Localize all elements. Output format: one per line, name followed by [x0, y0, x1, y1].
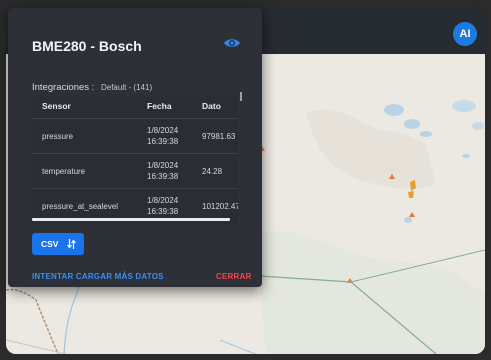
cell-date-time: 16:39:38 [147, 172, 179, 181]
user-avatar[interactable]: AI [453, 22, 477, 46]
table-header: Sensor Fecha Dato [32, 96, 238, 118]
table-row: pressure 1/8/2024 16:39:38 97981.63 [32, 118, 238, 153]
table-horizontal-scrollbar[interactable] [32, 218, 230, 221]
cell-date: 1/8/2024 16:39:38 [147, 195, 178, 217]
column-header-sensor[interactable]: Sensor [42, 101, 71, 111]
cell-date: 1/8/2024 16:39:38 [147, 160, 178, 182]
integrations-value: Default - (141) [100, 83, 153, 92]
cell-sensor: pressure_at_sealevel [42, 202, 119, 211]
cell-value: 101202.47 [202, 202, 238, 211]
cell-value: 24.28 [202, 167, 223, 176]
eye-icon[interactable] [224, 37, 240, 49]
csv-export-button[interactable]: CSV [32, 233, 84, 255]
load-more-data-button[interactable]: INTENTAR CARGAR MÁS DATOS [32, 272, 164, 281]
table-row: temperature 1/8/2024 16:39:38 24.28 [32, 153, 238, 188]
cell-date-day: 1/8/2024 [147, 196, 179, 205]
column-header-dato[interactable]: Dato [202, 101, 221, 111]
panel-scrollbar[interactable] [240, 92, 242, 101]
cell-value: 97981.63 [202, 132, 236, 141]
data-table: Sensor Fecha Dato pressure 1/8/2024 16:39… [32, 96, 238, 224]
sensor-info-panel: BME280 - Bosch Integraciones : Default -… [8, 8, 262, 287]
cell-date-time: 16:39:38 [147, 207, 179, 216]
integrations-row: Integraciones : Default - (141) [32, 82, 152, 93]
csv-button-label: CSV [41, 239, 59, 249]
cell-sensor: pressure [42, 132, 74, 141]
integrations-label: Integraciones : [32, 82, 95, 93]
cell-date: 1/8/2024 16:39:38 [147, 125, 178, 147]
cell-date-day: 1/8/2024 [147, 161, 179, 170]
cell-date-time: 16:39:38 [147, 137, 179, 146]
cell-sensor: temperature [42, 167, 86, 176]
cell-date-day: 1/8/2024 [147, 126, 179, 135]
sort-icon [67, 239, 76, 249]
column-header-fecha[interactable]: Fecha [147, 101, 172, 111]
close-button[interactable]: CERRAR [216, 272, 251, 281]
panel-title: BME280 - Bosch [32, 38, 142, 54]
